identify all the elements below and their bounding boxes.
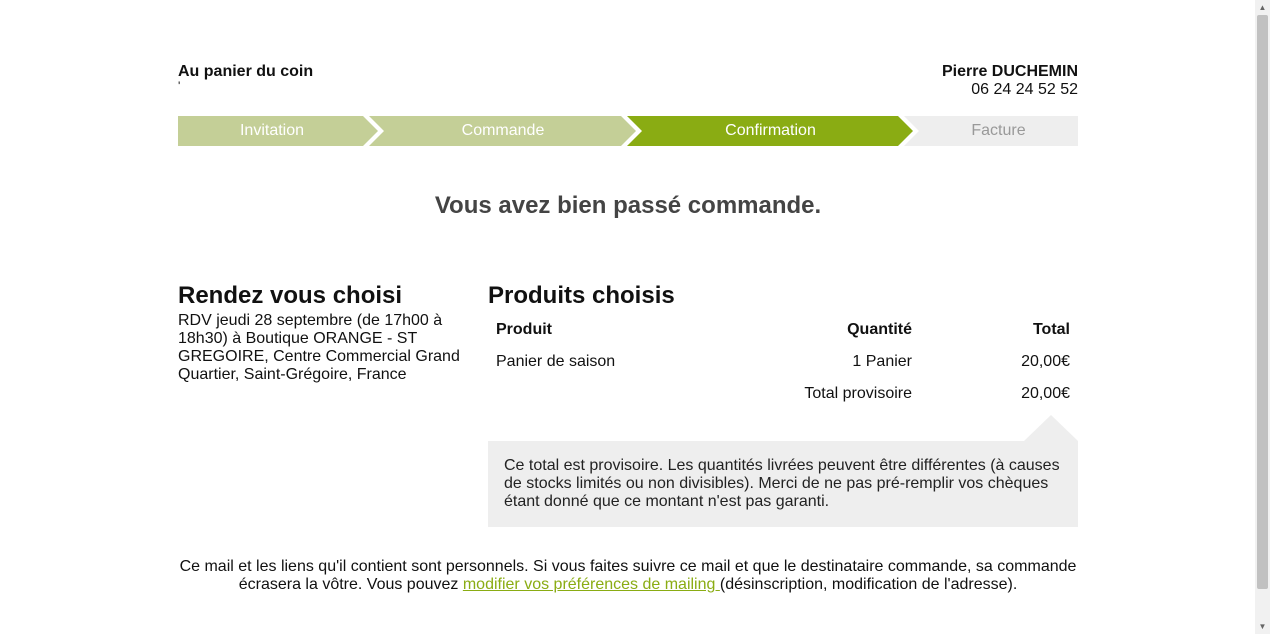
user-phone: 06 24 24 52 52: [971, 81, 1078, 98]
vertical-scrollbar[interactable]: ▲ ▼: [1255, 0, 1270, 634]
scroll-thumb[interactable]: [1257, 15, 1268, 589]
step-confirmation: Confirmation: [725, 122, 816, 139]
step-commande: Commande: [461, 122, 545, 139]
footer-text-after: (désinscription, modification de l'adres…: [719, 576, 1018, 593]
mailing-preferences-link[interactable]: modifier vos préférences de mailing: [463, 576, 720, 593]
table-header-row: Produit Quantité Total: [488, 314, 1078, 346]
shop-name: Au panier du coin: [178, 63, 314, 80]
step-facture: Facture: [971, 122, 1026, 139]
table-row: Panier de saison 1 Panier 20,00€: [488, 346, 1078, 378]
footer: Ce mail et les liens qu'il contient sont…: [178, 558, 1078, 594]
appointment-section: Rendez vous choisi RDV jeudi 28 septembr…: [178, 282, 468, 384]
product-total: 20,00€: [1021, 353, 1070, 370]
subtotal-row: Total provisoire 20,00€: [488, 378, 1078, 410]
column-header-quantity: Quantité: [847, 321, 912, 338]
scroll-down-icon[interactable]: ▼: [1255, 619, 1270, 634]
provisional-notice: Ce total est provisoire. Les quantités l…: [488, 441, 1078, 527]
progress-steps: Invitation Commande Confirmation Facture: [178, 116, 1078, 146]
header: Au panier du coin ' Pierre DUCHEMIN 06 2…: [178, 63, 1078, 103]
notice-arrow: [1024, 415, 1078, 441]
column-header-total: Total: [1032, 321, 1070, 338]
product-name: Panier de saison: [496, 353, 616, 370]
subtotal-value: 20,00€: [1021, 385, 1070, 402]
confirmation-title: Vous avez bien passé commande.: [434, 192, 822, 219]
shop-subtitle: ': [178, 79, 181, 93]
products-heading: Produits choisis: [488, 282, 675, 309]
product-quantity: 1 Panier: [852, 353, 912, 370]
appointment-details: RDV jeudi 28 septembre (de 17h00 à 18h30…: [178, 312, 460, 383]
products-section: Produits choisis Produit Quantité Total …: [488, 282, 1078, 410]
step-invitation: Invitation: [239, 122, 305, 139]
appointment-heading: Rendez vous choisi: [178, 282, 403, 309]
user-name: Pierre DUCHEMIN: [941, 63, 1078, 80]
subtotal-label: Total provisoire: [804, 385, 912, 402]
column-header-product: Produit: [496, 321, 552, 338]
products-table: Produit Quantité Total Panier de saison …: [488, 314, 1078, 410]
scroll-up-icon[interactable]: ▲: [1255, 0, 1270, 15]
notice-text: Ce total est provisoire. Les quantités l…: [504, 457, 1060, 510]
